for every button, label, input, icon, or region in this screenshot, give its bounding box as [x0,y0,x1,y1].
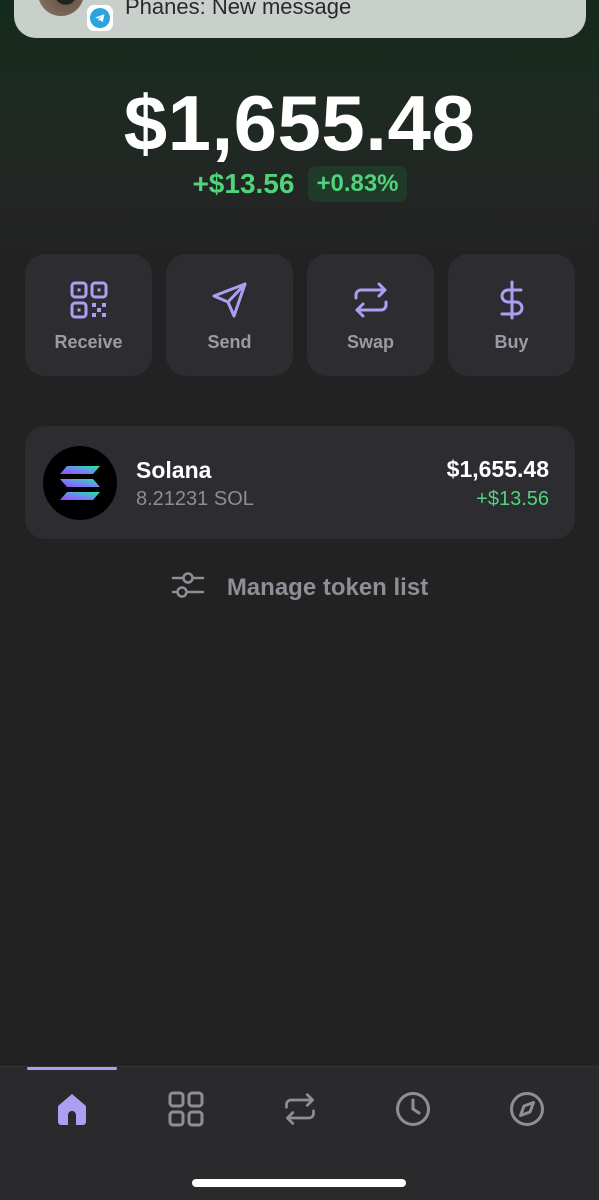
change-percent-badge: +0.83% [308,166,407,202]
receive-button[interactable]: Receive [25,254,152,376]
qr-code-icon [69,280,109,320]
swap-label: Swap [346,332,394,352]
nav-home[interactable] [52,1091,92,1131]
home-icon [54,1091,90,1132]
manage-token-list-button[interactable]: Manage token list [0,570,599,605]
send-label: Send [207,332,252,352]
swap-icon [351,280,391,320]
portfolio-balance: $1,655.48 [123,79,476,167]
telegram-icon [87,5,113,31]
receive-label: Receive [54,332,123,352]
nav-active-indicator [27,1067,117,1070]
clock-icon [395,1091,431,1132]
send-button[interactable]: Send [166,254,293,376]
home-indicator[interactable] [192,1179,406,1187]
nav-swap[interactable] [280,1091,320,1131]
grid-icon [168,1091,204,1132]
sliders-icon [171,570,205,605]
swap-button[interactable]: Swap [307,254,434,376]
send-icon [210,280,250,320]
portfolio-change: +$13.56 +0.83% [0,166,599,202]
swap-icon [282,1091,318,1132]
change-amount: +$13.56 [192,168,295,199]
buy-label: Buy [494,332,529,352]
compass-icon [509,1091,545,1132]
notification-avatar [38,0,84,16]
notification-text: Phanes: New message [125,0,352,19]
token-name: Solana [136,457,212,483]
nav-activity[interactable] [393,1091,433,1131]
manage-token-list-label: Manage token list [226,573,429,601]
nav-collectibles[interactable] [166,1091,206,1131]
nav-explore[interactable] [507,1091,547,1131]
token-amount: 8.21231 SOL [136,488,254,510]
token-row-solana[interactable]: Solana 8.21231 SOL $1,655.48 +$13.56 [25,426,575,539]
wallet-screen: Phanes: New message $1,655.48 +$13.56 +0… [0,0,599,1200]
dollar-icon [492,280,532,320]
buy-button[interactable]: Buy [448,254,575,376]
token-value: $1,655.48 [446,456,549,482]
action-buttons: Receive Send Swap Buy [25,254,575,376]
notification-banner[interactable]: Phanes: New message [14,0,586,38]
token-change: +$13.56 [476,488,549,510]
solana-logo-icon [43,446,117,520]
